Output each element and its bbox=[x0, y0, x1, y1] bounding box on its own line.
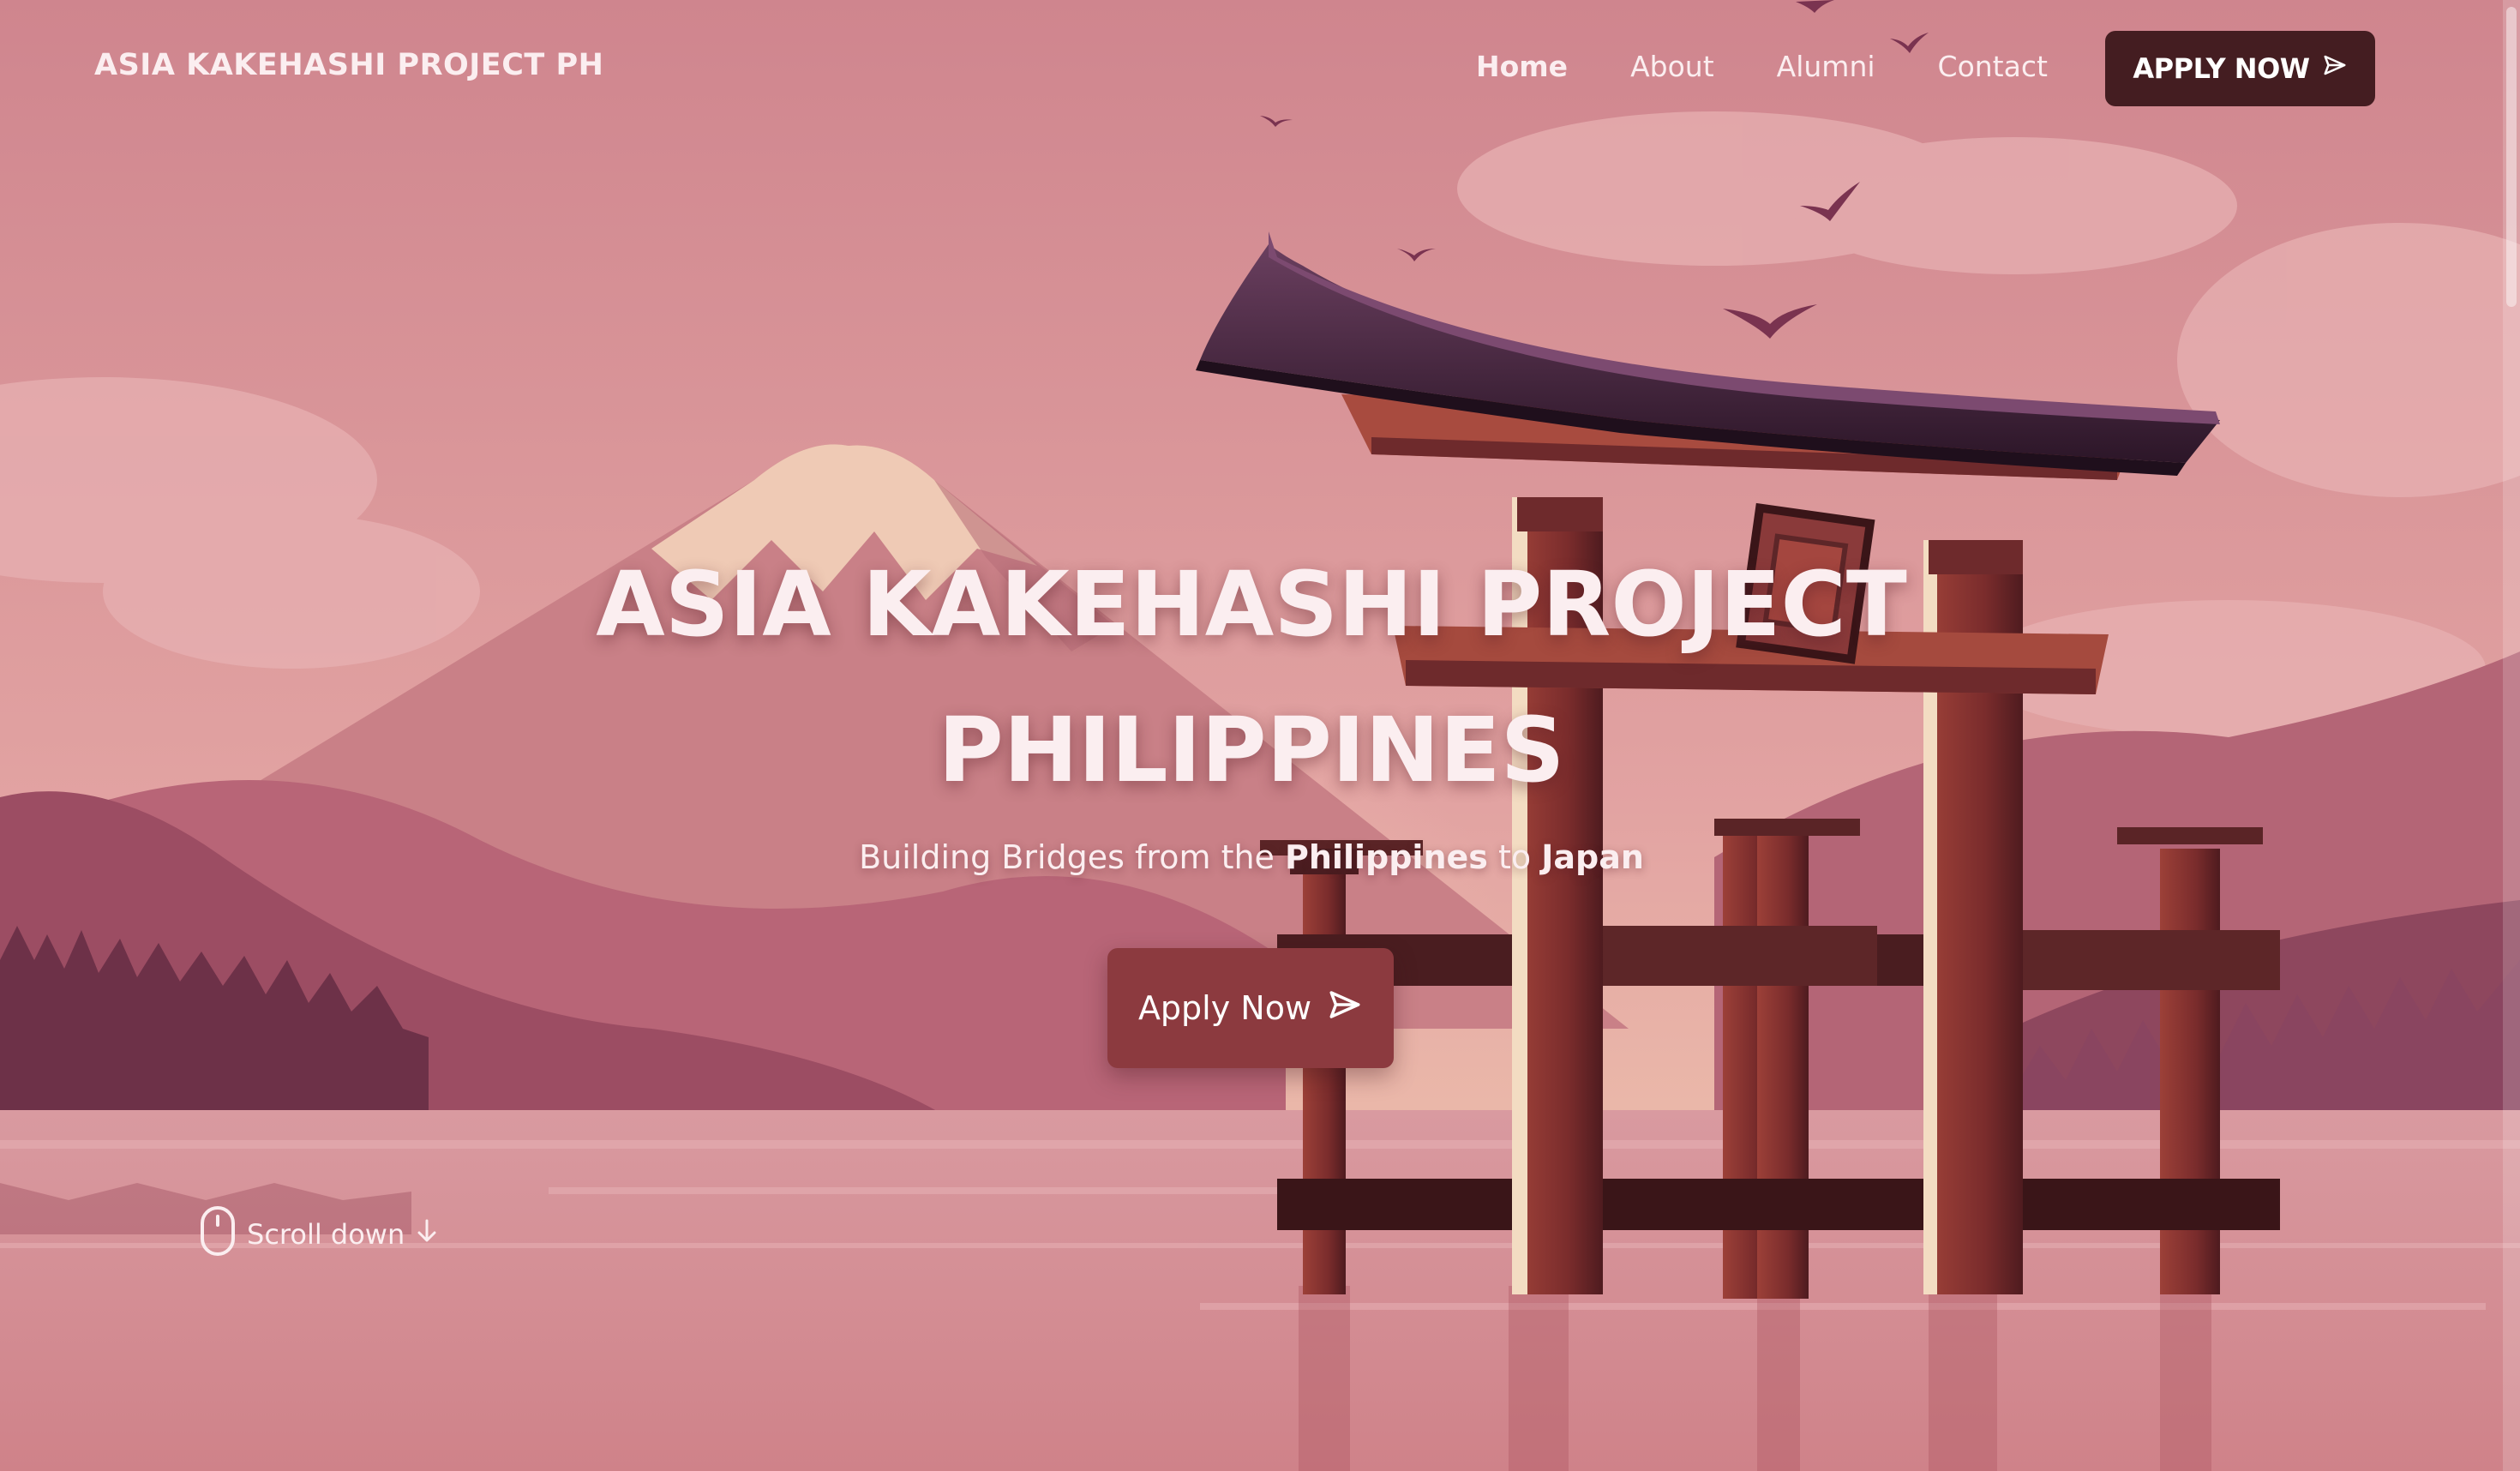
scroll-down-label: Scroll down bbox=[247, 1218, 405, 1251]
nav-apply-now-label: APPLY NOW bbox=[2133, 52, 2310, 85]
mouse-icon bbox=[199, 1204, 237, 1264]
arrow-down-icon bbox=[415, 1217, 439, 1252]
hero-subtitle: Building Bridges from the Philippines to… bbox=[0, 838, 2503, 876]
hero-apply-now-label: Apply Now bbox=[1137, 989, 1312, 1027]
hero-apply-now-button[interactable]: Apply Now bbox=[1107, 948, 1394, 1068]
hero-subtitle-mid: to bbox=[1497, 838, 1532, 876]
hero-title: ASIA KAKEHASHI PROJECT PHILIPPINES bbox=[0, 531, 2503, 823]
scroll-down-link[interactable]: Scroll down bbox=[199, 1204, 439, 1264]
hero-title-line2: PHILIPPINES bbox=[938, 698, 1565, 802]
send-icon bbox=[2322, 52, 2348, 85]
scrollbar-thumb[interactable] bbox=[2506, 7, 2517, 307]
brand-logo-text[interactable]: ASIA KAKEHASHI PROJECT PH bbox=[94, 48, 603, 82]
hero-subtitle-country-japan: Japan bbox=[1541, 838, 1644, 876]
send-icon bbox=[1327, 987, 1363, 1030]
hero-title-line1: ASIA KAKEHASHI PROJECT bbox=[596, 552, 1907, 657]
hero-subtitle-country-philippines: Philippines bbox=[1285, 838, 1488, 876]
page-scrollbar[interactable] bbox=[2503, 0, 2520, 1471]
nav-link-home[interactable]: Home bbox=[1476, 50, 1568, 83]
hero-subtitle-prefix: Building Bridges from the bbox=[859, 838, 1275, 876]
nav-link-alumni[interactable]: Alumni bbox=[1777, 50, 1875, 83]
nav-link-contact[interactable]: Contact bbox=[1938, 50, 2048, 83]
nav-apply-now-button[interactable]: APPLY NOW bbox=[2105, 31, 2375, 106]
nav-links: Home About Alumni Contact bbox=[1476, 50, 2048, 83]
top-navbar: ASIA KAKEHASHI PROJECT PH Home About Alu… bbox=[0, 0, 2503, 137]
nav-link-about[interactable]: About bbox=[1630, 50, 1714, 83]
